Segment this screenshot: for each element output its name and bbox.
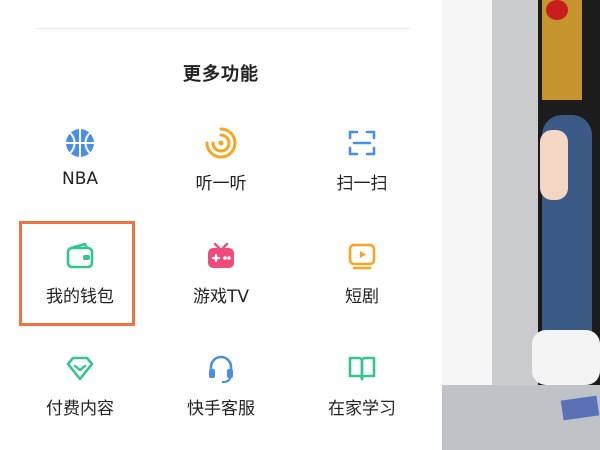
- feature-label: 游戏TV: [192, 287, 249, 307]
- feature-label: 听一听: [195, 174, 247, 194]
- feature-short-drama[interactable]: 短剧: [292, 229, 432, 329]
- more-features-panel: 更多功能 NBA 听一听 扫一扫 我的钱包 游戏TV 短剧 付费内容 快手客服 …: [0, 0, 442, 450]
- feature-customer-service[interactable]: 快手客服: [151, 341, 291, 441]
- feature-paid-content[interactable]: 付费内容: [10, 341, 150, 441]
- feature-listen[interactable]: 听一听: [151, 116, 291, 216]
- short-video-icon: [348, 243, 376, 270]
- background-photo: [442, 0, 600, 450]
- feature-label: 短剧: [345, 287, 379, 307]
- feature-home-learning[interactable]: 在家学习: [292, 341, 432, 441]
- section-title: 更多功能: [183, 64, 259, 85]
- headset-icon: [209, 355, 233, 384]
- feature-label: 快手客服: [187, 399, 255, 419]
- basketball-icon: [66, 129, 94, 157]
- game-tv-icon: [208, 242, 234, 268]
- feature-scan[interactable]: 扫一扫: [292, 116, 432, 216]
- feature-nba[interactable]: NBA: [10, 116, 150, 216]
- scan-icon: [348, 130, 376, 156]
- feature-label: 在家学习: [328, 399, 396, 419]
- divider: [35, 28, 410, 29]
- feature-label: 扫一扫: [336, 174, 388, 194]
- audio-wave-icon: [205, 127, 237, 159]
- book-icon: [348, 356, 376, 381]
- feature-label: NBA: [61, 169, 98, 189]
- diamond-icon: [66, 356, 94, 381]
- highlight-box: [19, 221, 135, 326]
- feature-label: 付费内容: [46, 399, 114, 419]
- feature-game-tv[interactable]: 游戏TV: [151, 229, 291, 329]
